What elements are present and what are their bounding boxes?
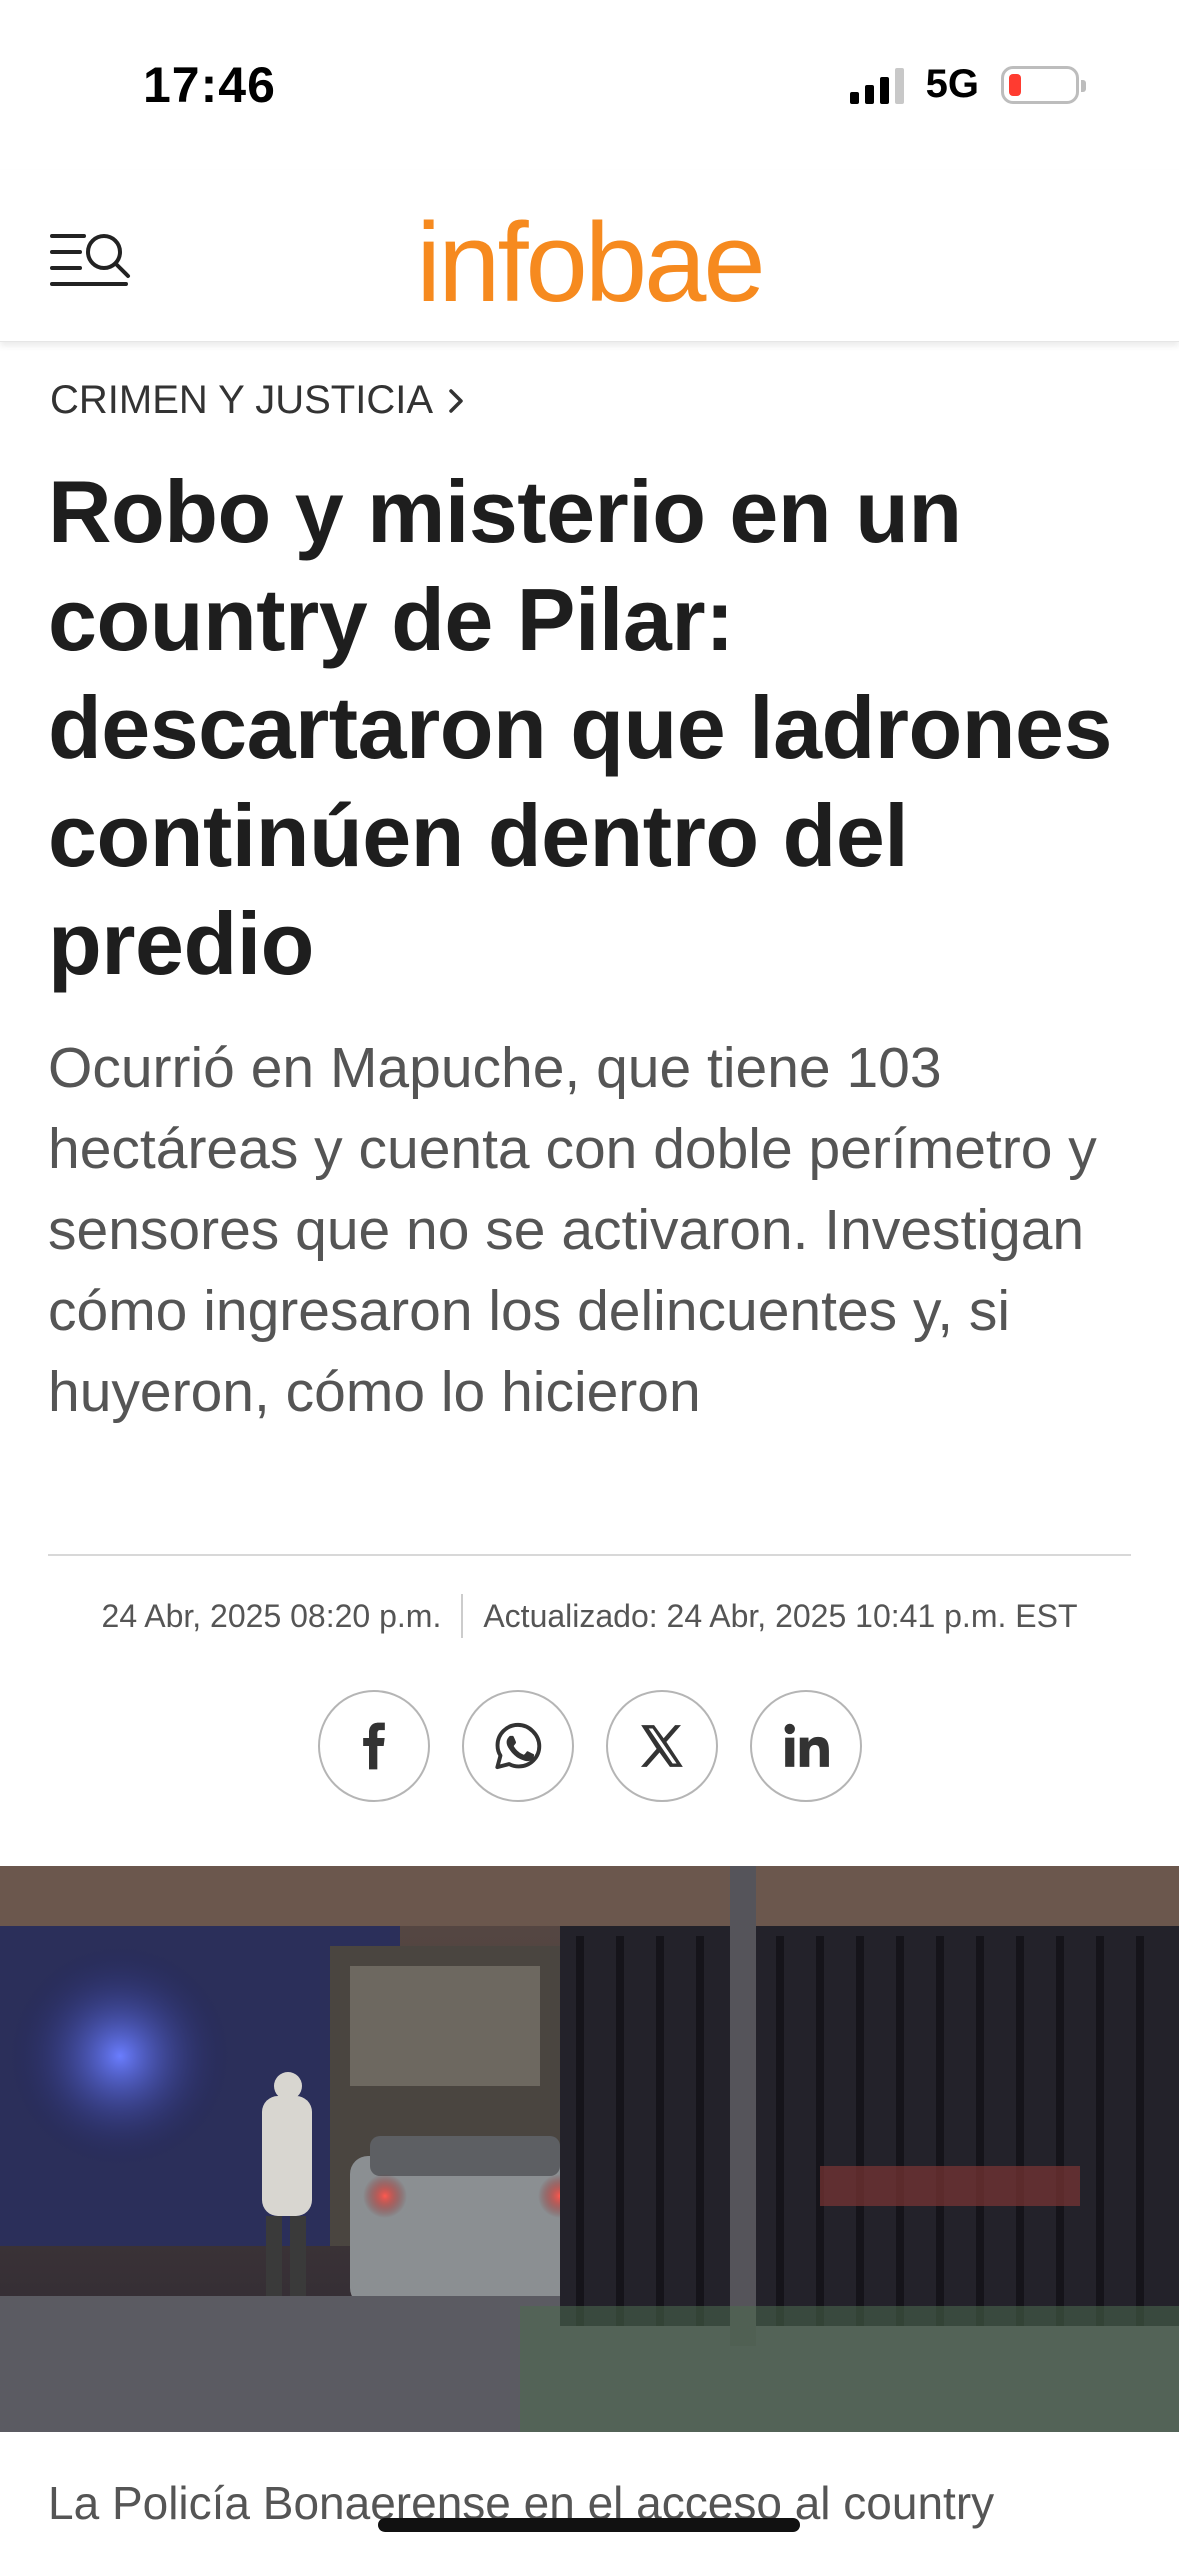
divider <box>48 1554 1131 1556</box>
section-breadcrumb[interactable]: CRIMEN Y JUSTICIA <box>50 378 465 423</box>
share-x-button[interactable] <box>605 1690 718 1802</box>
facebook-icon <box>362 1722 385 1770</box>
signal-icon <box>849 66 904 104</box>
share-buttons <box>0 1690 1179 1802</box>
section-label: CRIMEN Y JUSTICIA <box>50 378 434 422</box>
site-header: infobae <box>0 170 1179 342</box>
article-subtitle: Ocurrió en Mapuche, que tiene 103 hectár… <box>48 1036 1097 1424</box>
share-whatsapp-button[interactable] <box>461 1690 574 1802</box>
status-bar: 17:46 5G <box>0 0 1179 170</box>
home-indicator[interactable] <box>378 2518 800 2532</box>
status-indicators: 5G <box>849 62 1086 107</box>
hero-photo <box>0 1866 1179 2432</box>
linkedin-icon <box>784 1723 829 1767</box>
article-headline: Robo y misterio en un country de Pilar: … <box>48 462 1112 993</box>
status-time: 17:46 <box>143 57 276 113</box>
updated-date: Actualizado: 24 Abr, 2025 10:41 p.m. EST <box>483 1597 1078 1634</box>
x-icon <box>640 1725 683 1767</box>
article-dates: 24 Abr, 2025 08:20 p.m. Actualizado: 24 … <box>0 1594 1179 1638</box>
whatsapp-icon <box>494 1722 541 1770</box>
published-date: 24 Abr, 2025 08:20 p.m. <box>101 1597 442 1634</box>
network-label: 5G <box>925 62 979 106</box>
chevron-right-icon <box>449 388 463 413</box>
share-facebook-button[interactable] <box>317 1690 430 1802</box>
site-logo[interactable]: infobae <box>0 198 1179 327</box>
share-linkedin-button[interactable] <box>749 1690 862 1802</box>
article-hero-image[interactable] <box>0 1866 1179 2432</box>
date-separator <box>461 1594 464 1638</box>
battery-icon <box>1001 65 1086 104</box>
